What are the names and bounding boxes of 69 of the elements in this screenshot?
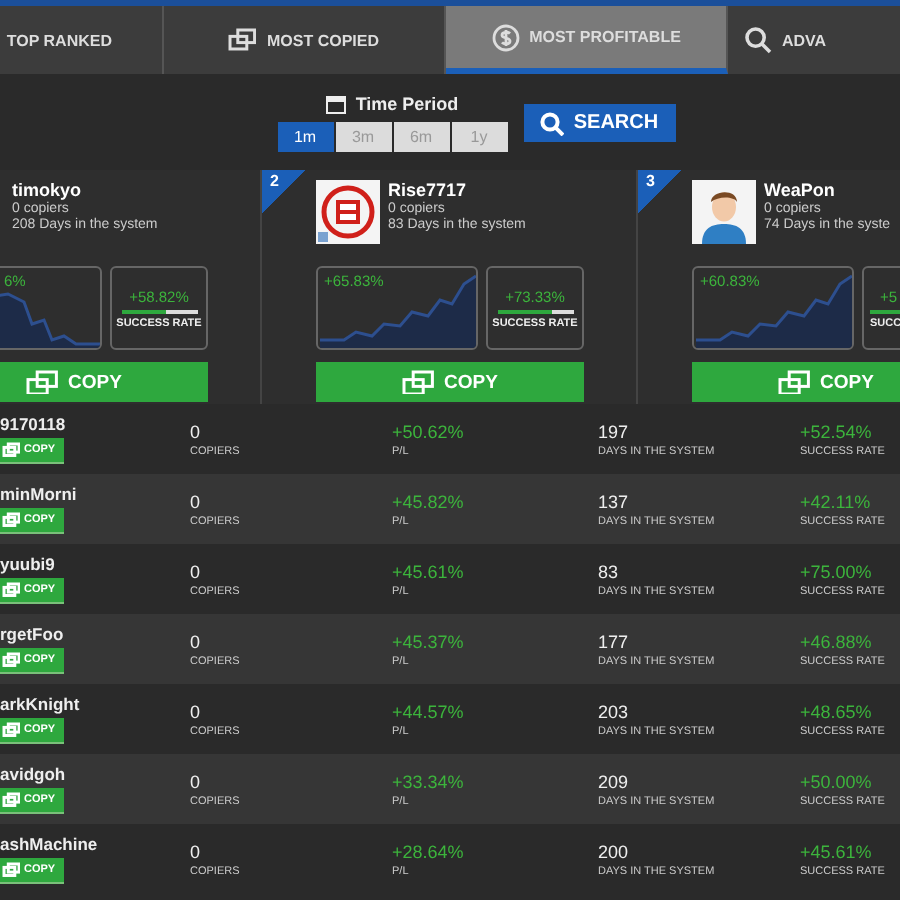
copy-icon: [2, 862, 20, 878]
copy-button[interactable]: COPY: [0, 362, 208, 402]
trader-name: arkKnight: [0, 694, 80, 715]
copiers-count: 0: [190, 701, 203, 721]
copiers-count: 0: [190, 631, 203, 651]
copiers-count: 0: [190, 561, 203, 581]
copy-icon: [26, 369, 59, 395]
success-rate: +42.11%: [800, 491, 873, 511]
profit-value: +50.62%: [392, 421, 466, 441]
copy-icon: [2, 652, 20, 668]
copy-icon: [402, 369, 435, 395]
tab[interactable]: TOP RANKED: [0, 6, 164, 74]
copiers-count: 0: [190, 421, 203, 441]
trader-name: rgetFoo: [0, 624, 64, 645]
profit-value: +45.82%: [392, 491, 466, 511]
days-in-system: 200: [598, 841, 631, 861]
copy-icon: [2, 512, 20, 528]
copy-icon: [2, 582, 20, 598]
search-icon: [539, 111, 564, 135]
rank-badge: 3: [638, 170, 682, 214]
calendar-icon: [325, 95, 346, 113]
days-in-system: 137: [598, 491, 631, 511]
copiers-count: 0: [190, 771, 203, 791]
dollar-coin-icon: [491, 23, 520, 51]
profit-value: +33.34%: [392, 771, 466, 791]
period-option[interactable]: 6m: [393, 122, 449, 152]
search-button[interactable]: SEARCH: [523, 104, 675, 142]
search-icon: [744, 26, 772, 54]
trader-name: avidgoh: [0, 764, 66, 785]
copy-icon: [778, 369, 811, 395]
copy-icon: [2, 722, 20, 738]
rank-badge: 2: [262, 170, 306, 214]
emblem-avatar: [316, 180, 380, 244]
period-option[interactable]: 1m: [277, 122, 333, 152]
days-in-system: 177: [598, 631, 631, 651]
success-rate: +50.00%: [800, 771, 874, 791]
trader-name: yuubi9: [0, 554, 55, 575]
copy-icon: [2, 792, 20, 808]
copy-button[interactable]: COPY: [316, 362, 584, 402]
time-period-label: Time Period: [355, 94, 459, 114]
trader-name: WeaPon: [764, 180, 837, 200]
tab[interactable]: MOST PROFITABLE: [446, 6, 728, 74]
trader-name: Rise7717: [388, 180, 469, 200]
success-rate: +45.61%: [800, 841, 874, 861]
days-in-system: 209: [598, 771, 631, 791]
trader-name: minMorni: [0, 484, 77, 505]
days-in-system: 203: [598, 701, 631, 721]
trader-name: ashMachine: [0, 834, 98, 855]
trader-name: timokyo: [12, 180, 84, 200]
success-rate: +48.65%: [800, 701, 874, 721]
tab[interactable]: ADVA: [728, 6, 900, 74]
copy-icon: [228, 28, 257, 52]
period-option[interactable]: 3m: [335, 122, 391, 152]
days-in-system: 83: [598, 561, 621, 581]
profit-value: +45.61%: [392, 561, 466, 581]
success-rate: +75.00%: [800, 561, 874, 581]
profit-value: +45.37%: [392, 631, 466, 651]
person-avatar: [692, 180, 756, 244]
success-rate: +46.88%: [800, 631, 874, 651]
copiers-count: 0: [190, 841, 203, 861]
days-in-system: 197: [598, 421, 631, 441]
success-rate: +52.54%: [800, 421, 874, 441]
copy-icon: [2, 442, 20, 458]
trader-name: 9170118: [0, 414, 66, 435]
profit-value: +44.57%: [392, 701, 466, 721]
copy-button[interactable]: COPY: [692, 362, 900, 402]
period-option[interactable]: 1y: [451, 122, 507, 152]
profit-value: +28.64%: [392, 841, 466, 861]
copiers-count: 0: [190, 491, 203, 511]
